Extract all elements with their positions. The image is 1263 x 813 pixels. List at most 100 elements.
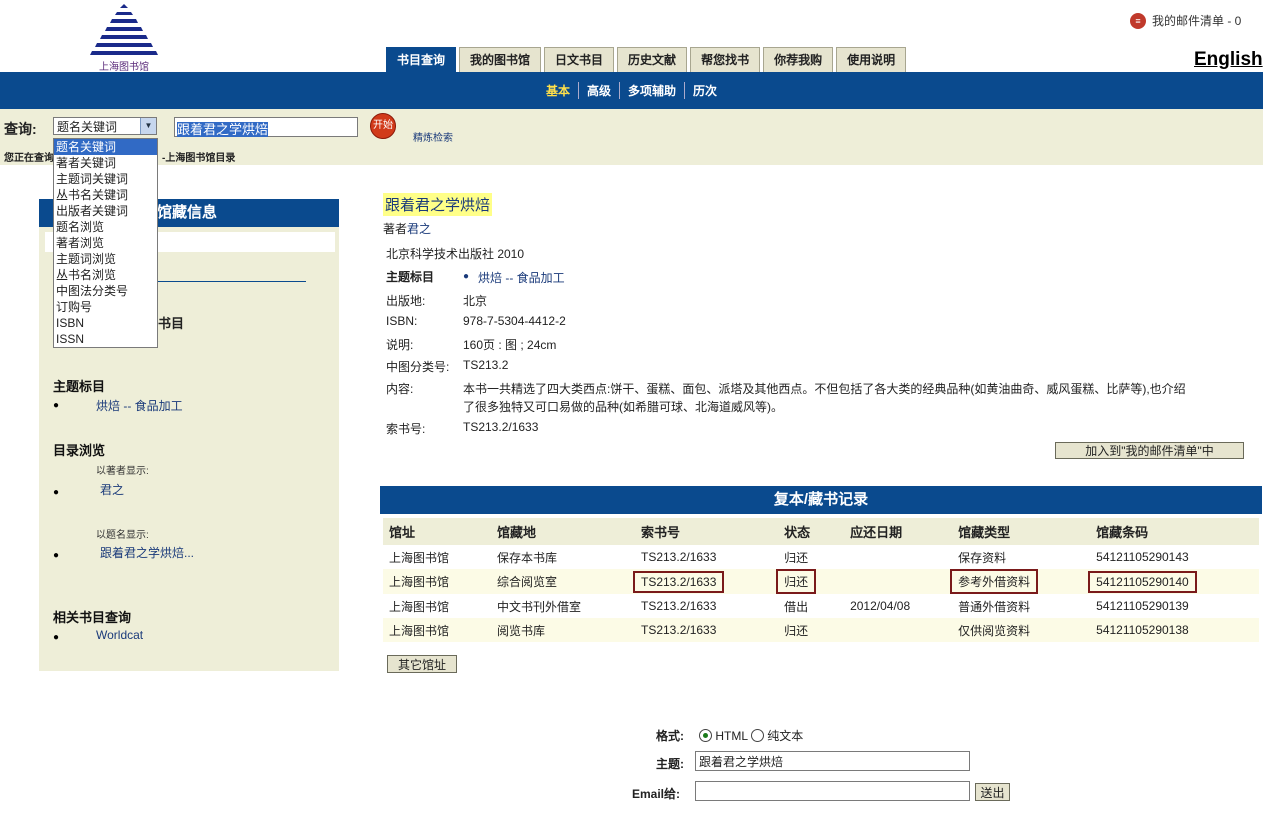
tab-historical-documents[interactable]: 历史文献 xyxy=(617,47,688,73)
highlighted-cell: 参考外借资料 xyxy=(950,569,1039,594)
dd-option[interactable]: 著者关键词 xyxy=(54,155,157,171)
email-to-input[interactable] xyxy=(695,781,970,801)
callno-value: TS213.2/1633 xyxy=(463,420,539,434)
search-field-select[interactable]: 题名关键词 ▼ xyxy=(53,117,157,135)
dd-option[interactable]: 丛书名关键词 xyxy=(54,187,157,203)
html-radio[interactable] xyxy=(699,729,712,742)
cell: TS213.2/1633 xyxy=(635,618,779,642)
cell: 仅供阅览资料 xyxy=(952,618,1091,642)
english-link[interactable]: English xyxy=(1194,49,1263,71)
email-subject-input[interactable]: 跟着君之学烘焙 xyxy=(695,751,970,771)
mail-list-icon: ≡ xyxy=(1130,12,1146,29)
mail-list-label: 我的邮件清单 - 0 xyxy=(1152,14,1242,28)
table-row: 上海图书馆 中文书刊外借室 TS213.2/1633 借出 2012/04/08… xyxy=(383,594,1259,618)
author-link[interactable]: 君之 xyxy=(407,222,431,236)
author-browse-link[interactable]: 君之 xyxy=(100,481,124,498)
desc-label: 说明: xyxy=(386,338,414,352)
search-field-dropdown: 题名关键词 著者关键词 主题词关键词 丛书名关键词 出版者关键词 题名浏览 著者… xyxy=(53,138,158,348)
dd-option[interactable]: 订购号 xyxy=(54,299,157,315)
highlighted-cell: 54121105290140 xyxy=(1088,570,1197,593)
content-label: 内容: xyxy=(386,382,414,396)
holdings-header: 复本/藏书记录 xyxy=(380,486,1262,514)
cell: 上海图书馆 xyxy=(389,550,450,565)
isbn-label: ISBN: xyxy=(386,314,418,328)
tab-my-library[interactable]: 我的图书馆 xyxy=(459,47,542,73)
cell: 归还 xyxy=(778,618,845,642)
booklist-heading: 书目 xyxy=(158,316,185,331)
tab-japanese-catalog[interactable]: 日文书目 xyxy=(544,47,615,73)
holdings-info-title: 馆藏信息 xyxy=(157,204,218,221)
cell: 归还 xyxy=(776,569,845,594)
cell xyxy=(844,569,953,594)
subject-heading-left: 主题标目 xyxy=(53,379,106,394)
cell: 54121105290143 xyxy=(1096,550,1189,564)
cell: 参考外借资料 xyxy=(950,569,1091,594)
dd-option[interactable]: 中图法分类号 xyxy=(54,283,157,299)
bullet-icon: ● xyxy=(53,550,60,561)
dd-option[interactable]: ISSN xyxy=(54,331,157,347)
subject-label: 主题标目 xyxy=(386,270,435,284)
class-label: 中图分类号: xyxy=(386,360,450,374)
cell: TS213.2/1633 xyxy=(641,599,717,613)
search-input[interactable]: 跟着君之学烘焙 xyxy=(174,117,358,137)
other-libraries-button[interactable]: 其它馆址 xyxy=(387,655,457,673)
dd-option[interactable]: 题名关键词 xyxy=(54,139,157,155)
dd-option[interactable]: 主题词浏览 xyxy=(54,251,157,267)
cell xyxy=(844,545,952,569)
subject-link[interactable]: 烘焙 -- 食品加工 xyxy=(478,269,565,286)
content-line-2: 了很多独特又可口易做的品种(如希腊可球、北海道威风等)。 xyxy=(463,400,783,414)
tab-catalog-search[interactable]: 书目查询 xyxy=(386,47,457,73)
cell: 保存资料 xyxy=(958,550,1007,565)
table-header-row: 馆址 馆藏地 索书号 状态 应还日期 馆藏类型 馆藏条码 xyxy=(383,518,1259,545)
subnav-multi-field[interactable]: 多项辅助 xyxy=(619,82,684,99)
book-title: 跟着君之学烘焙 xyxy=(383,193,493,216)
search-input-value: 跟着君之学烘焙 xyxy=(177,122,269,137)
logo-pyramid-icon xyxy=(90,4,158,55)
chevron-down-icon[interactable]: ▼ xyxy=(140,118,156,134)
publisher-line: 北京科学技术出版社 2010 xyxy=(386,247,525,261)
content-line-1: 本书一共精选了四大类西点:饼干、蛋糕、面包、派塔及其他西点。不但包括了各大类的经… xyxy=(463,382,1186,396)
search-go-button[interactable]: 开始 xyxy=(370,113,396,139)
cell: 54121105290138 xyxy=(1090,618,1259,642)
tab-recommend-purchase[interactable]: 你荐我购 xyxy=(763,47,834,73)
tab-find-book[interactable]: 帮您找书 xyxy=(690,47,761,73)
cell: 54121105290140 xyxy=(1088,569,1259,594)
send-button[interactable]: 送出 xyxy=(975,783,1010,801)
refine-search-link[interactable]: 精炼检索 xyxy=(413,129,453,144)
searching-end: -上海图书馆目录 xyxy=(162,153,236,164)
place-label: 出版地: xyxy=(386,294,426,308)
email-subject-value: 跟着君之学烘焙 xyxy=(699,755,784,769)
bullet-icon: ● xyxy=(53,632,60,643)
add-to-mail-list-button[interactable]: 加入到"我的邮件清单"中 xyxy=(1055,442,1244,459)
subject-link-left[interactable]: 烘焙 -- 食品加工 xyxy=(96,397,183,414)
tab-instructions[interactable]: 使用说明 xyxy=(836,47,907,73)
dd-option[interactable]: 著者浏览 xyxy=(54,235,157,251)
dd-option[interactable]: ISBN xyxy=(54,315,157,331)
text-radio[interactable] xyxy=(750,729,764,742)
dd-option[interactable]: 出版者关键词 xyxy=(54,203,157,219)
subnav-basic[interactable]: 基本 xyxy=(538,82,578,99)
dd-option[interactable]: 主题词关键词 xyxy=(54,171,157,187)
col-location: 馆藏地 xyxy=(491,518,635,545)
table-row: 上海图书馆 保存本书库 TS213.2/1633 归还 保存资料 5412110… xyxy=(383,545,1259,569)
cell: 上海图书馆 xyxy=(383,618,491,642)
author-line: 著者君之 xyxy=(383,220,431,237)
cell: 中文书刊外借室 xyxy=(497,599,582,614)
col-due-date: 应还日期 xyxy=(844,518,953,545)
dd-option[interactable]: 题名浏览 xyxy=(54,219,157,235)
main-tabs: 书目查询 我的图书馆 日文书目 历史文献 帮您找书 你荐我购 使用说明 xyxy=(386,47,907,73)
cell: 2012/04/08 xyxy=(850,599,911,613)
mail-list-link[interactable]: ≡ 我的邮件清单 - 0 xyxy=(1130,12,1241,29)
title-browse-link[interactable]: 跟着君之学烘焙... xyxy=(100,544,194,561)
cell: 综合阅览室 xyxy=(491,569,635,594)
subnav-history[interactable]: 历次 xyxy=(684,82,725,99)
cell xyxy=(844,618,953,642)
dd-option[interactable]: 丛书名浏览 xyxy=(54,267,157,283)
col-barcode: 馆藏条码 xyxy=(1090,518,1259,545)
format-label: 格式: xyxy=(656,729,684,743)
worldcat-link[interactable]: Worldcat xyxy=(96,628,143,642)
cell: 保存本书库 xyxy=(497,550,558,565)
by-title-label: 以题名显示: xyxy=(96,530,149,541)
subnav-advanced[interactable]: 高级 xyxy=(577,82,619,99)
cell: TS213.2/1633 xyxy=(641,550,717,564)
